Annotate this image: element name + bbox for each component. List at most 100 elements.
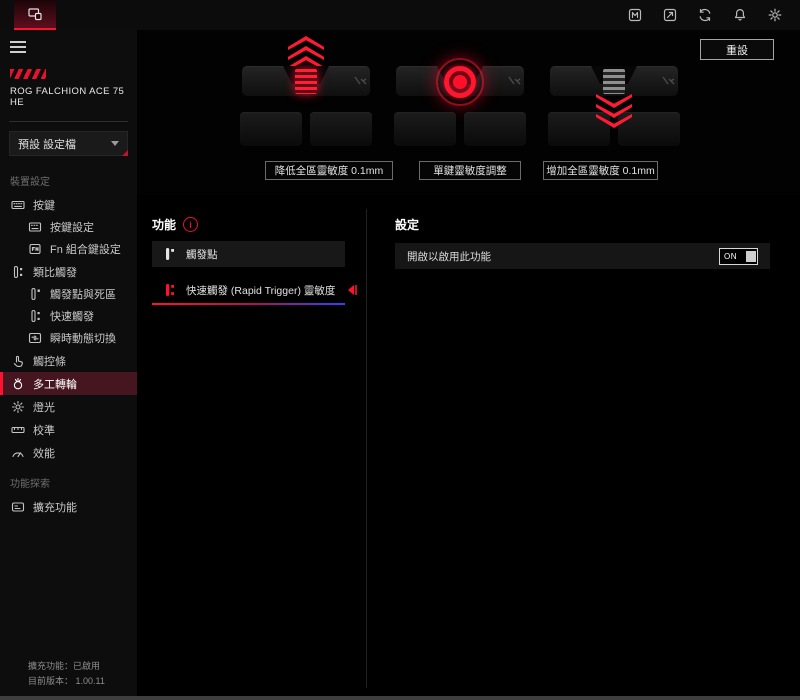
notifications-button[interactable] <box>731 6 749 24</box>
top-bar <box>0 0 800 30</box>
switch-stem-grey <box>603 69 625 94</box>
rog-eye-mark <box>507 75 523 87</box>
extensions-icon <box>10 499 25 514</box>
sidebar-item-calibration[interactable]: 校準 <box>0 418 137 441</box>
hero-section: 重設 <box>137 30 800 195</box>
collapse-panel-icon[interactable] <box>344 282 360 298</box>
function-item-trigger-point[interactable]: 觸發點 <box>152 241 345 267</box>
sync-button[interactable] <box>696 6 714 24</box>
settings-button[interactable] <box>766 6 784 24</box>
trigger-point-icon <box>161 246 177 262</box>
key-illustration-single-key <box>386 36 534 162</box>
rog-eye-mark <box>661 75 677 87</box>
lighting-icon <box>10 399 25 414</box>
toggle-state-label: ON <box>720 252 737 261</box>
sidebar-item-label: 按鍵 <box>33 197 55 213</box>
news-button[interactable] <box>626 6 644 24</box>
enable-feature-label: 開啟以啟用此功能 <box>407 249 491 264</box>
sidebar: ROG FALCHION ACE 75 HE 預設 設定檔 裝置設定 按鍵 按鍵… <box>0 30 137 696</box>
keyboard-icon <box>10 197 25 212</box>
reset-button[interactable]: 重設 <box>700 39 774 60</box>
sidebar-item-label: 觸發點與死區 <box>50 286 116 302</box>
switch-stem-red <box>295 69 317 94</box>
settings-title: 設定 <box>395 216 419 233</box>
keycap-row <box>386 112 534 146</box>
decrease-sensitivity-button[interactable]: 降低全區靈敏度 0.1mm <box>265 161 393 180</box>
device-tab[interactable] <box>14 0 56 30</box>
calibration-icon <box>10 422 25 437</box>
bell-icon <box>732 7 748 23</box>
expand-button[interactable] <box>661 6 679 24</box>
key-illustration-increase <box>540 36 688 162</box>
functions-title: 功能 <box>152 216 176 233</box>
rog-slashes-logo <box>10 69 46 79</box>
armoury-crate-window: ROG FALCHION ACE 75 HE 預設 設定檔 裝置設定 按鍵 按鍵… <box>0 0 800 700</box>
key-settings-icon <box>27 220 42 235</box>
sidebar-item-label: 觸控條 <box>33 353 66 369</box>
rapid-trigger-icon <box>161 282 177 298</box>
sidebar-item-label: 校準 <box>33 422 55 438</box>
function-item-label: 快速觸發 (Rapid Trigger) 靈敏度 <box>186 283 335 298</box>
toggle-knob <box>746 251 756 262</box>
profile-dropdown[interactable]: 預設 設定檔 <box>9 131 128 156</box>
touchbar-icon <box>10 353 25 368</box>
extensions-status: 擴充功能：已啟用 <box>28 659 105 673</box>
menu-toggle-button[interactable] <box>10 41 26 53</box>
sidebar-item-label: 擴充功能 <box>33 499 77 515</box>
sidebar-item-fn-keys[interactable]: Fn 組合鍵設定 <box>0 238 137 260</box>
profile-dropdown-value: 預設 設定檔 <box>18 136 76 152</box>
function-item-rapid-trigger[interactable]: 快速觸發 (Rapid Trigger) 靈敏度 <box>152 275 345 305</box>
sidebar-menu: 裝置設定 按鍵 按鍵設定 Fn 組合鍵設定 <box>0 162 137 518</box>
functions-header: 功能 i <box>152 216 198 233</box>
sidebar-item-keys[interactable]: 按鍵 <box>0 193 137 216</box>
increase-sensitivity-button[interactable]: 增加全區靈敏度 0.1mm <box>543 161 658 180</box>
sidebar-item-lighting[interactable]: 燈光 <box>0 395 137 418</box>
sidebar-item-extensions[interactable]: 擴充功能 <box>0 495 137 518</box>
analog-trigger-icon <box>10 264 25 279</box>
sidebar-item-multiwheel[interactable]: 多工轉輪 <box>0 372 137 395</box>
sidebar-item-dynamic-switch[interactable]: 瞬時動態切換 <box>0 327 137 349</box>
sidebar-item-analog-trigger[interactable]: 類比觸發 <box>0 260 137 283</box>
functions-list: 觸發點 快速觸發 (Rapid Trigger) 靈敏度 <box>152 241 345 305</box>
sidebar-item-label: 燈光 <box>33 399 55 415</box>
fn-keys-icon <box>27 242 42 257</box>
expand-icon <box>662 7 678 23</box>
topbar-icon-group <box>626 0 784 30</box>
sidebar-item-performance[interactable]: 效能 <box>0 441 137 464</box>
sync-icon <box>697 7 713 23</box>
sidebar-item-trigger-point-deadzone[interactable]: 觸發點與死區 <box>0 283 137 305</box>
sidebar-item-label: 效能 <box>33 445 55 461</box>
devices-icon <box>26 6 44 22</box>
content-panels: 功能 i 觸發點 快速觸發 (Rapid Trigger) 靈敏度 設定 開啟以… <box>137 195 800 696</box>
chevron-down-icon <box>111 141 119 146</box>
single-key-sensitivity-button[interactable]: 單鍵靈敏度調整 <box>419 161 521 180</box>
rapid-trigger-icon <box>27 309 42 324</box>
sidebar-item-key-settings[interactable]: 按鍵設定 <box>0 216 137 238</box>
enable-feature-row: 開啟以啟用此功能 ON <box>395 243 770 269</box>
device-name: ROG FALCHION ACE 75 HE <box>10 86 127 108</box>
chevrons-down-icon <box>596 98 632 128</box>
dynamic-switch-icon <box>27 331 42 346</box>
key-illustrations <box>232 36 688 162</box>
target-rings-icon <box>436 58 484 106</box>
trigger-point-icon <box>27 287 42 302</box>
enable-feature-toggle[interactable]: ON <box>719 248 758 265</box>
sidebar-item-label: 按鍵設定 <box>50 219 94 235</box>
info-icon[interactable]: i <box>183 217 198 232</box>
sidebar-item-rapid-trigger[interactable]: 快速觸發 <box>0 305 137 327</box>
panel-divider <box>366 209 367 688</box>
menu-section-feature-discovery: 功能探索 <box>0 464 137 495</box>
sidebar-item-label: 類比觸發 <box>33 264 77 280</box>
sidebar-divider <box>9 121 128 122</box>
firmware-version: 目前版本： 1.00.11 <box>28 674 105 688</box>
sidebar-item-touchbar[interactable]: 觸控條 <box>0 349 137 372</box>
keycap-row <box>232 112 380 146</box>
key-illustration-decrease <box>232 36 380 162</box>
multiwheel-icon <box>10 376 25 391</box>
news-icon <box>627 7 643 23</box>
menu-section-device-settings: 裝置設定 <box>0 162 137 193</box>
rog-eye-mark <box>353 75 369 87</box>
performance-icon <box>10 445 25 460</box>
sidebar-item-label: 瞬時動態切換 <box>50 330 116 346</box>
sidebar-item-label: 快速觸發 <box>50 308 94 324</box>
